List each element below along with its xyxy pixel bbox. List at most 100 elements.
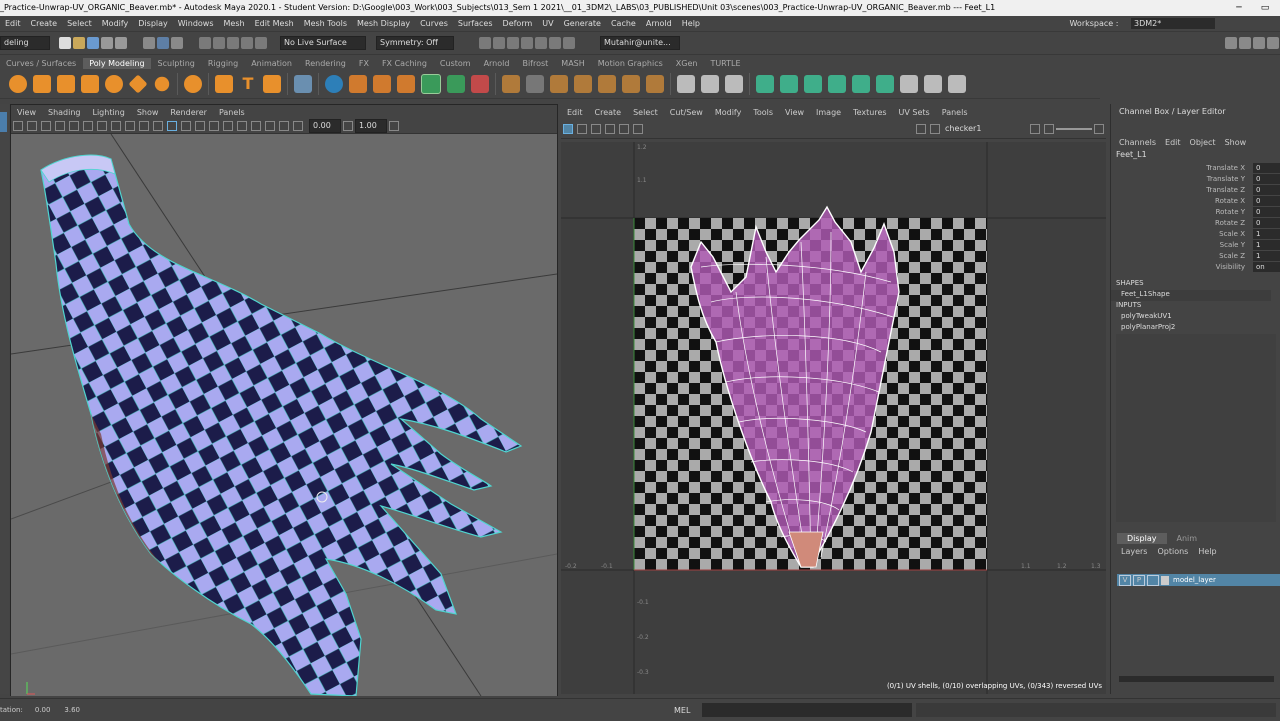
menu-windows[interactable]: Windows — [178, 19, 214, 28]
shelf-tab-poly-modeling[interactable]: Poly Modeling — [83, 58, 151, 69]
channel-menu-edit[interactable]: Edit — [1165, 138, 1181, 147]
attribute-editor-icon[interactable] — [1239, 37, 1251, 49]
anti-aliasing-icon[interactable] — [237, 121, 247, 131]
camera-based-mapping-icon[interactable] — [852, 75, 870, 93]
safe-action-icon[interactable] — [139, 121, 149, 131]
modeling-toolkit-icon[interactable] — [1225, 37, 1237, 49]
snap-surface-icon[interactable] — [255, 37, 267, 49]
layer-menu-layers[interactable]: Layers — [1121, 547, 1147, 556]
menu-uv[interactable]: UV — [542, 19, 553, 28]
shadows-icon[interactable] — [209, 121, 219, 131]
film-gate-icon[interactable] — [83, 121, 93, 131]
uv-exposure-icon[interactable] — [1030, 124, 1040, 134]
select-hierarchy-icon[interactable] — [143, 37, 155, 49]
menu-curves[interactable]: Curves — [420, 19, 448, 28]
menu-edit-mesh[interactable]: Edit Mesh — [255, 19, 294, 28]
xray-icon[interactable] — [265, 121, 275, 131]
textured-icon[interactable] — [181, 121, 191, 131]
menu-deform[interactable]: Deform — [503, 19, 533, 28]
symmetry-dropdown[interactable]: Symmetry: Off — [376, 36, 454, 50]
poly-cube-icon[interactable] — [33, 75, 51, 93]
exposure-icon[interactable] — [293, 121, 303, 131]
select-component-icon[interactable] — [171, 37, 183, 49]
uv-menu-view[interactable]: View — [785, 108, 804, 117]
menu-surfaces[interactable]: Surfaces — [458, 19, 493, 28]
viewport-menu-show[interactable]: Show — [137, 108, 159, 117]
extrude-icon[interactable] — [471, 75, 489, 93]
uv-canvas[interactable]: -0.2 -0.1 1.1 1.2 1.3 1.2 1.1 -0.1 -0.2 … — [561, 142, 1106, 694]
multi-cut-icon[interactable] — [646, 75, 664, 93]
channel-box-toggle-icon[interactable] — [1267, 37, 1279, 49]
layer-tab-anim[interactable]: Anim — [1167, 533, 1208, 544]
shelf-tab-bifrost[interactable]: Bifrost — [516, 58, 554, 69]
menu-select[interactable]: Select — [67, 19, 92, 28]
type-text-icon[interactable]: T — [239, 75, 257, 93]
select-tool-icon[interactable] — [0, 112, 7, 132]
channel-menu-show[interactable]: Show — [1225, 138, 1247, 147]
fill-hole-icon[interactable] — [550, 75, 568, 93]
uv-settings-icon[interactable] — [1094, 124, 1104, 134]
uv-snap-icon[interactable] — [577, 124, 587, 134]
merge-icon[interactable] — [574, 75, 592, 93]
open-scene-icon[interactable] — [73, 37, 85, 49]
layer-playback-toggle[interactable]: P — [1133, 574, 1145, 586]
workspace-dropdown[interactable]: 3DM2* — [1131, 18, 1215, 29]
gamma-icon[interactable] — [343, 121, 353, 131]
layer-display-type-toggle[interactable] — [1147, 574, 1159, 586]
shelf-tab-curves-surfaces[interactable]: Curves / Surfaces — [0, 58, 82, 69]
platonic-solid-icon[interactable] — [184, 75, 202, 93]
uv-editor-icon[interactable] — [876, 75, 894, 93]
uv-menu-tools[interactable]: Tools — [753, 108, 773, 117]
attr-value-field[interactable]: on — [1253, 262, 1280, 272]
combine-icon[interactable] — [294, 75, 312, 93]
shelf-tab-sculpting[interactable]: Sculpting — [152, 58, 201, 69]
uv-exposure-slider[interactable] — [1056, 128, 1092, 130]
layout-uvs-icon[interactable] — [900, 75, 918, 93]
delete-edge-icon[interactable] — [622, 75, 640, 93]
attr-value-field[interactable]: 0 — [1253, 185, 1280, 195]
field-chart-icon[interactable] — [125, 121, 135, 131]
automatic-mapping-icon[interactable] — [780, 75, 798, 93]
layer-color-swatch[interactable] — [1161, 575, 1169, 585]
snap-view-icon[interactable] — [241, 37, 253, 49]
planar-mapping-icon[interactable] — [756, 75, 774, 93]
select-camera-icon[interactable] — [13, 121, 23, 131]
uv-menu-uv-sets[interactable]: UV Sets — [899, 108, 930, 117]
uv-grid-icon[interactable] — [563, 124, 573, 134]
snap-grid-icon[interactable] — [199, 37, 211, 49]
bookmark-icon[interactable] — [41, 121, 51, 131]
user-account-dropdown[interactable]: Mutahir@unite... — [600, 36, 680, 50]
cylindrical-mapping-icon[interactable] — [804, 75, 822, 93]
shelf-tab-motion-graphics[interactable]: Motion Graphics — [592, 58, 669, 69]
viewport-menu-lighting[interactable]: Lighting — [92, 108, 124, 117]
layer-visibility-toggle[interactable]: V — [1119, 574, 1131, 586]
uv-menu-textures[interactable]: Textures — [853, 108, 886, 117]
uv-editor-viewport[interactable]: -0.2 -0.1 1.1 1.2 1.3 1.2 1.1 -0.1 -0.2 … — [561, 142, 1106, 694]
attr-value-field[interactable]: 0 — [1253, 163, 1280, 173]
minimize-button[interactable]: ─ — [1226, 0, 1252, 16]
select-object-icon[interactable] — [157, 37, 169, 49]
uv-menu-modify[interactable]: Modify — [715, 108, 742, 117]
mode-dropdown[interactable]: deling — [0, 36, 50, 50]
knife-icon[interactable] — [725, 75, 743, 93]
menu-create[interactable]: Create — [31, 19, 58, 28]
hypershade-icon[interactable] — [535, 37, 547, 49]
poly-disc-icon[interactable] — [154, 76, 170, 92]
super-shape-icon[interactable] — [215, 75, 233, 93]
poly-cone-icon[interactable] — [81, 75, 99, 93]
viewport-menu-view[interactable]: View — [17, 108, 36, 117]
channel-menu-channels[interactable]: Channels — [1119, 138, 1156, 147]
boolean-icon[interactable] — [397, 75, 415, 93]
menu-mesh[interactable]: Mesh — [224, 19, 245, 28]
render-frame-icon[interactable] — [493, 37, 505, 49]
xray-joints-icon[interactable] — [279, 121, 289, 131]
uv-menu-edit[interactable]: Edit — [567, 108, 583, 117]
shelf-tab-fx-caching[interactable]: FX Caching — [376, 58, 433, 69]
layer-menu-help[interactable]: Help — [1198, 547, 1216, 556]
tool-settings-icon[interactable] — [1253, 37, 1265, 49]
input-node[interactable]: polyTweakUV1 — [1111, 312, 1280, 323]
camera-attributes-icon[interactable] — [27, 121, 37, 131]
pause-icon[interactable] — [563, 37, 575, 49]
perspective-scene[interactable]: persp — [11, 134, 557, 696]
snap-point-icon[interactable] — [227, 37, 239, 49]
